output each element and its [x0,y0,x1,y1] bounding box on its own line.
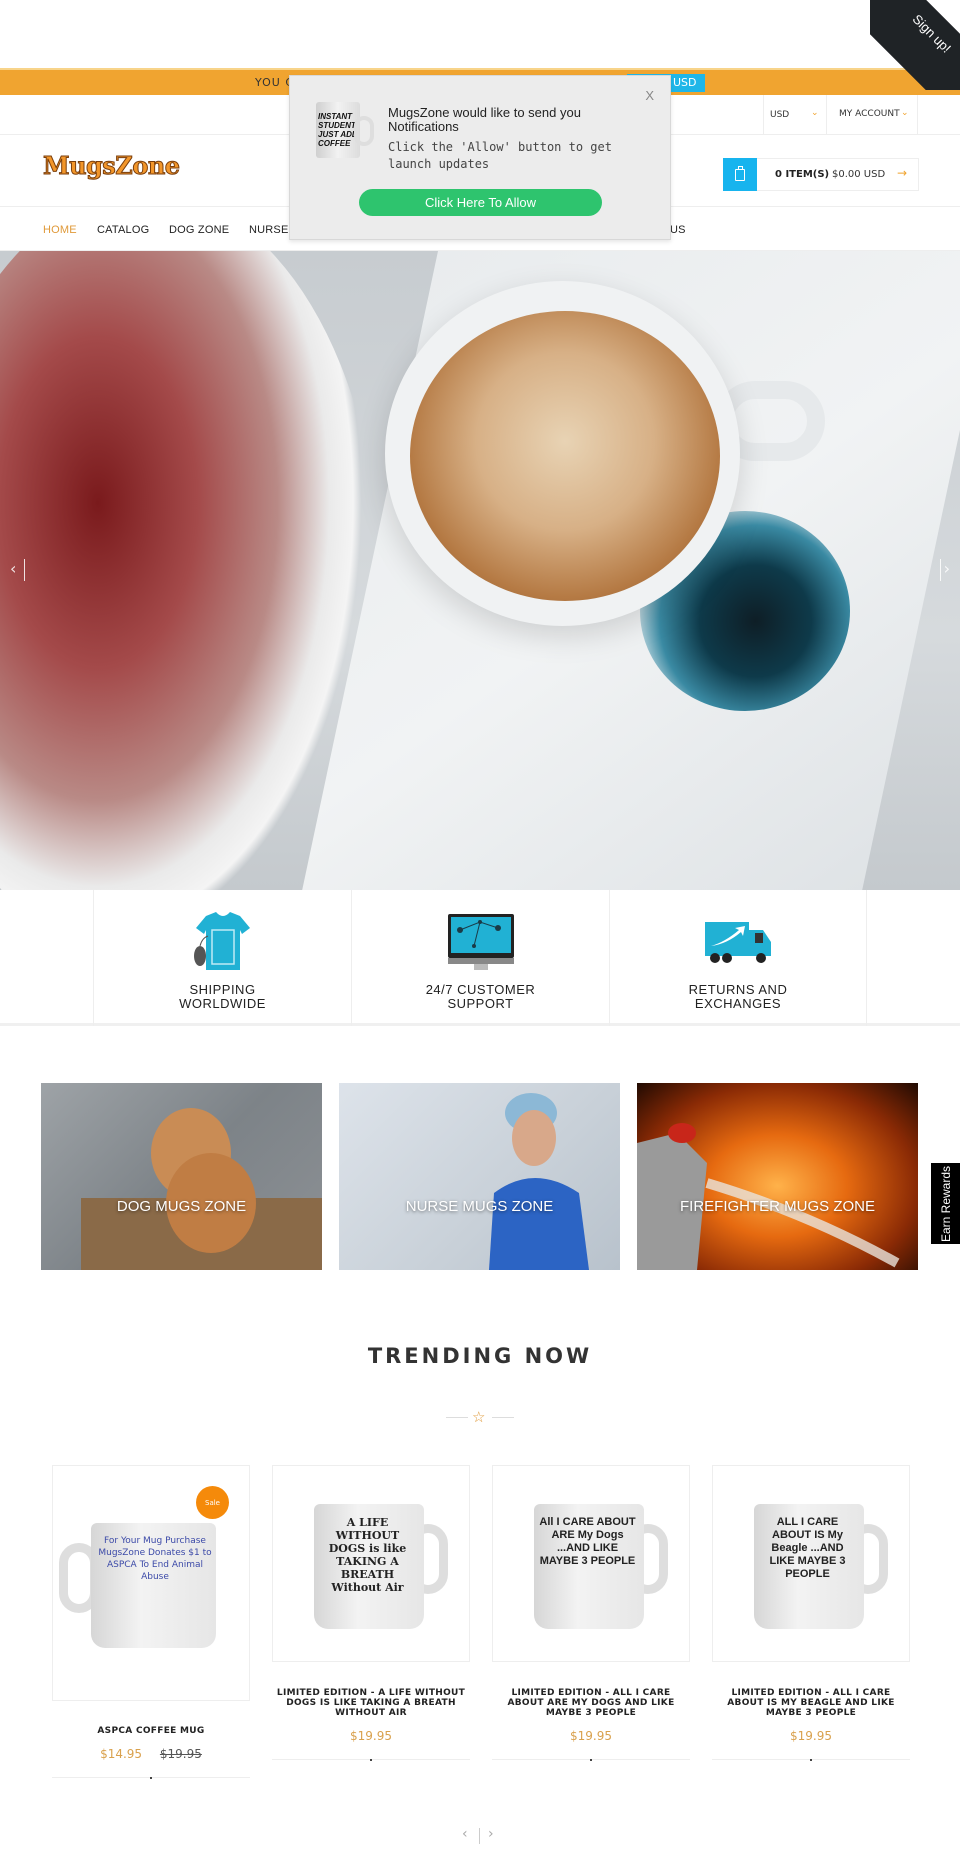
tshirt-icon [193,912,250,970]
product-card[interactable]: A LIFE WITHOUT DOGS is like TAKING A BRE… [272,1465,470,1761]
zone-label: DOG MUGS ZONE [116,1198,247,1215]
product-image[interactable]: ALL I CARE ABOUT IS My Beagle ...AND LIK… [712,1465,910,1662]
arrow-right-icon[interactable]: → [897,166,907,180]
slider-next-arrow-icon[interactable]: › [939,559,950,581]
card-divider [712,1759,910,1761]
mug-image: For Your Mug Purchase MugsZone Donates $… [59,1513,231,1653]
hero-slider[interactable]: ‹ › [0,251,960,890]
nav-item-contact-us[interactable]: US [670,224,686,236]
currency-value: USD [770,110,790,120]
zone-firefighter-mugs[interactable]: FIREFIGHTER MUGS ZONE [637,1083,918,1270]
carousel-next-icon[interactable]: › [488,1826,494,1842]
cart-icon-box [723,158,757,191]
features-strip: SHIPPING WORLDWIDE 24/7 CUSTOMER SUPPORT… [0,890,960,1026]
slider-prev-arrow-icon[interactable]: ‹ [10,559,27,581]
hero-image-coffee [410,311,720,601]
feature-support: 24/7 CUSTOMER SUPPORT [351,890,609,1026]
dog-puppy-image [81,1108,322,1270]
nav-item-dog-zone[interactable]: DOG ZONE [169,224,229,236]
sale-badge: Sale [196,1486,229,1519]
product-name[interactable]: LIMITED EDITION - ALL I CARE ABOUT IS MY… [712,1688,910,1718]
nurse-image [489,1093,589,1270]
zone-nurse-mugs[interactable]: NURSE MUGS ZONE [339,1083,620,1270]
product-price: $19.95 [570,1729,612,1743]
feature-label: RETURNS AND EXCHANGES [688,982,788,1011]
divider-line [492,1417,514,1418]
zone-label: NURSE MUGS ZONE [405,1198,554,1215]
feature-label: 24/7 CUSTOMER SUPPORT [425,982,536,1011]
sale-price: $14.95 [100,1747,143,1761]
earn-rewards-tab[interactable]: Earn Rewards [931,1163,960,1244]
product-price: $14.95 $19.95 [52,1747,250,1761]
delivery-truck-icon [705,922,771,963]
mug-image: A LIFE WITHOUT DOGS is like TAKING A BRE… [304,1494,448,1634]
shopping-bag-icon [735,165,745,181]
product-image[interactable]: All I CARE ABOUT ARE My Dogs ...AND LIKE… [492,1465,690,1662]
monitor-network-icon [447,914,514,970]
pager-separator [479,1828,480,1844]
nav-item-home[interactable]: HOME [43,224,77,236]
my-account-menu[interactable]: MY ACCOUNT ⌄ [827,95,918,135]
mug-image: ALL I CARE ABOUT IS My Beagle ...AND LIK… [744,1494,888,1634]
product-name[interactable]: LIMITED EDITION - A LIFE WITHOUT DOGS IS… [272,1688,470,1718]
product-image[interactable]: A LIFE WITHOUT DOGS is like TAKING A BRE… [272,1465,470,1662]
chevron-down-icon: ⌄ [811,108,819,118]
original-price: $19.95 [159,1747,202,1761]
allow-button[interactable]: Click Here To Allow [359,189,602,216]
carousel-prev-icon[interactable]: ‹ [462,1826,468,1842]
currency-selector[interactable]: USD ⌄ [763,95,827,135]
my-account-label: MY ACCOUNT [839,109,900,119]
notification-popup: X INSTANT STUDENT JUST ADD COFFEE MugsZo… [289,75,671,240]
card-divider [52,1777,250,1779]
notification-mug-image: INSTANT STUDENT JUST ADD COFFEE [316,102,382,160]
section-divider: ☆ [446,1408,514,1428]
cart-item-count: 0 ITEM(S) [775,169,830,180]
nav-item-nurse[interactable]: NURSE [249,224,289,236]
star-icon: ☆ [472,1408,486,1426]
mug-image: All I CARE ABOUT ARE My Dogs ...AND LIKE… [524,1494,668,1634]
logo[interactable]: MugsZone [43,151,181,181]
zone-dog-mugs[interactable]: DOG MUGS ZONE [41,1083,322,1270]
close-icon[interactable]: X [645,88,654,103]
feature-returns: RETURNS AND EXCHANGES [609,890,867,1026]
feature-label: SHIPPING WORLDWIDE [179,982,266,1011]
notification-body: Click the 'Allow' button to get launch u… [388,140,612,171]
chevron-down-icon: ⌄ [901,108,909,118]
zone-label: FIREFIGHTER MUGS ZONE [680,1198,875,1215]
product-price: $19.95 [790,1729,832,1743]
product-price: $19.95 [350,1729,392,1743]
product-card[interactable]: For Your Mug Purchase MugsZone Donates $… [52,1465,250,1779]
firefighter-image [637,1123,900,1270]
product-card[interactable]: ALL I CARE ABOUT IS My Beagle ...AND LIK… [712,1465,910,1761]
cart-total: $0.00 USD [832,169,886,180]
cart-widget[interactable]: 0 ITEM(S) $0.00 USD → [723,158,919,191]
trending-title: TRENDING NOW [367,1344,593,1368]
nav-item-catalog[interactable]: CATALOG [97,224,149,236]
feature-shipping: SHIPPING WORLDWIDE [93,890,351,1026]
product-card[interactable]: All I CARE ABOUT ARE My Dogs ...AND LIKE… [492,1465,690,1761]
product-image[interactable]: For Your Mug Purchase MugsZone Donates $… [52,1465,250,1701]
carousel-pager: ‹ › [460,1826,500,1846]
divider-line [446,1417,468,1418]
product-name[interactable]: ASPCA COFFEE MUG [52,1726,250,1736]
product-name[interactable]: LIMITED EDITION - ALL I CARE ABOUT ARE M… [492,1688,690,1718]
notification-title: MugsZone would like to send you Notifica… [388,105,581,134]
card-divider [272,1759,470,1761]
signup-ribbon[interactable]: Sign up! [870,0,960,90]
card-divider [492,1759,690,1761]
earn-rewards-label: Earn Rewards [938,1165,953,1242]
